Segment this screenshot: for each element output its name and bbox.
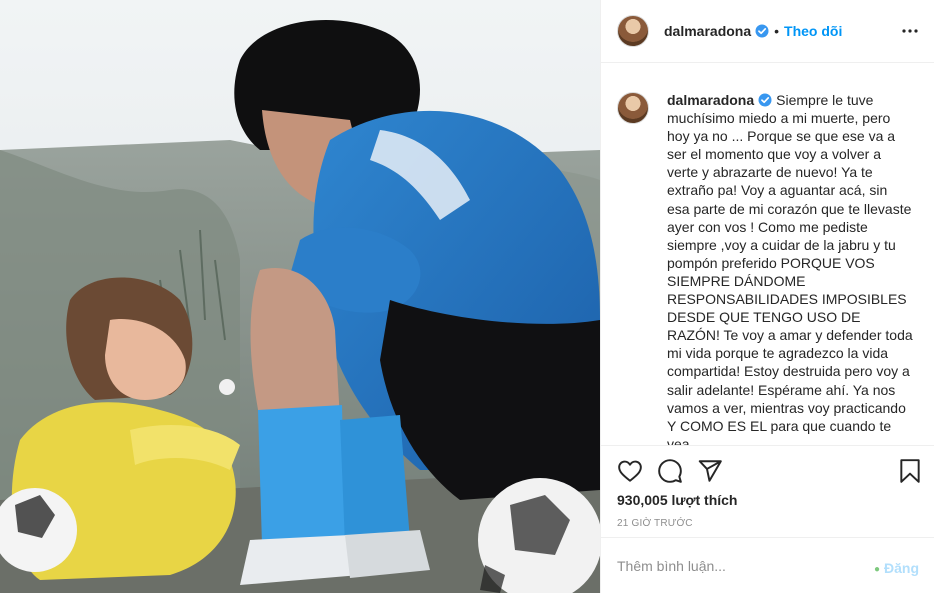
leaf-icon: ● [873, 564, 880, 575]
post-header: dalmaradona • Theo dõi [601, 0, 934, 63]
caption-username[interactable]: dalmaradona [667, 92, 754, 108]
heart-icon[interactable] [617, 458, 643, 484]
likes-count[interactable]: 930,005 lượt thích [617, 492, 737, 508]
post-actions: 930,005 lượt thích 21 GIỜ TRƯỚC [601, 445, 934, 537]
caption-text-block: dalmaradona Siempre le tuve muchísimo mie… [667, 91, 913, 445]
comments-section[interactable]: dalmaradona Siempre le tuve muchísimo mie… [601, 63, 934, 445]
caption-row: dalmaradona Siempre le tuve muchísimo mie… [617, 91, 919, 445]
verified-badge-icon [758, 93, 772, 107]
caption-avatar[interactable] [617, 92, 649, 124]
post-photo[interactable] [0, 0, 600, 593]
follow-button[interactable]: Theo dõi [784, 23, 842, 39]
add-comment-bar: ● Đăng [601, 537, 934, 593]
comment-icon[interactable] [657, 458, 683, 484]
author-avatar[interactable] [617, 15, 649, 47]
post-comment-button[interactable]: ● Đăng [874, 560, 919, 576]
caption-text: Siempre le tuve muchísimo miedo a mi mue… [667, 92, 913, 445]
author-username[interactable]: dalmaradona [664, 23, 751, 39]
post-comment-label: Đăng [884, 560, 919, 576]
post-timestamp[interactable]: 21 GIỜ TRƯỚC [617, 518, 693, 529]
more-icon[interactable] [901, 22, 919, 40]
comment-input[interactable] [617, 557, 857, 574]
verified-badge-icon [755, 24, 769, 38]
separator-dot: • [774, 23, 780, 39]
paper-plane-icon[interactable] [697, 458, 723, 484]
post-side-panel: dalmaradona • Theo dõi dalmaradona Siempr… [600, 0, 934, 593]
bookmark-icon[interactable] [897, 458, 923, 484]
photo-illustration [0, 0, 600, 593]
